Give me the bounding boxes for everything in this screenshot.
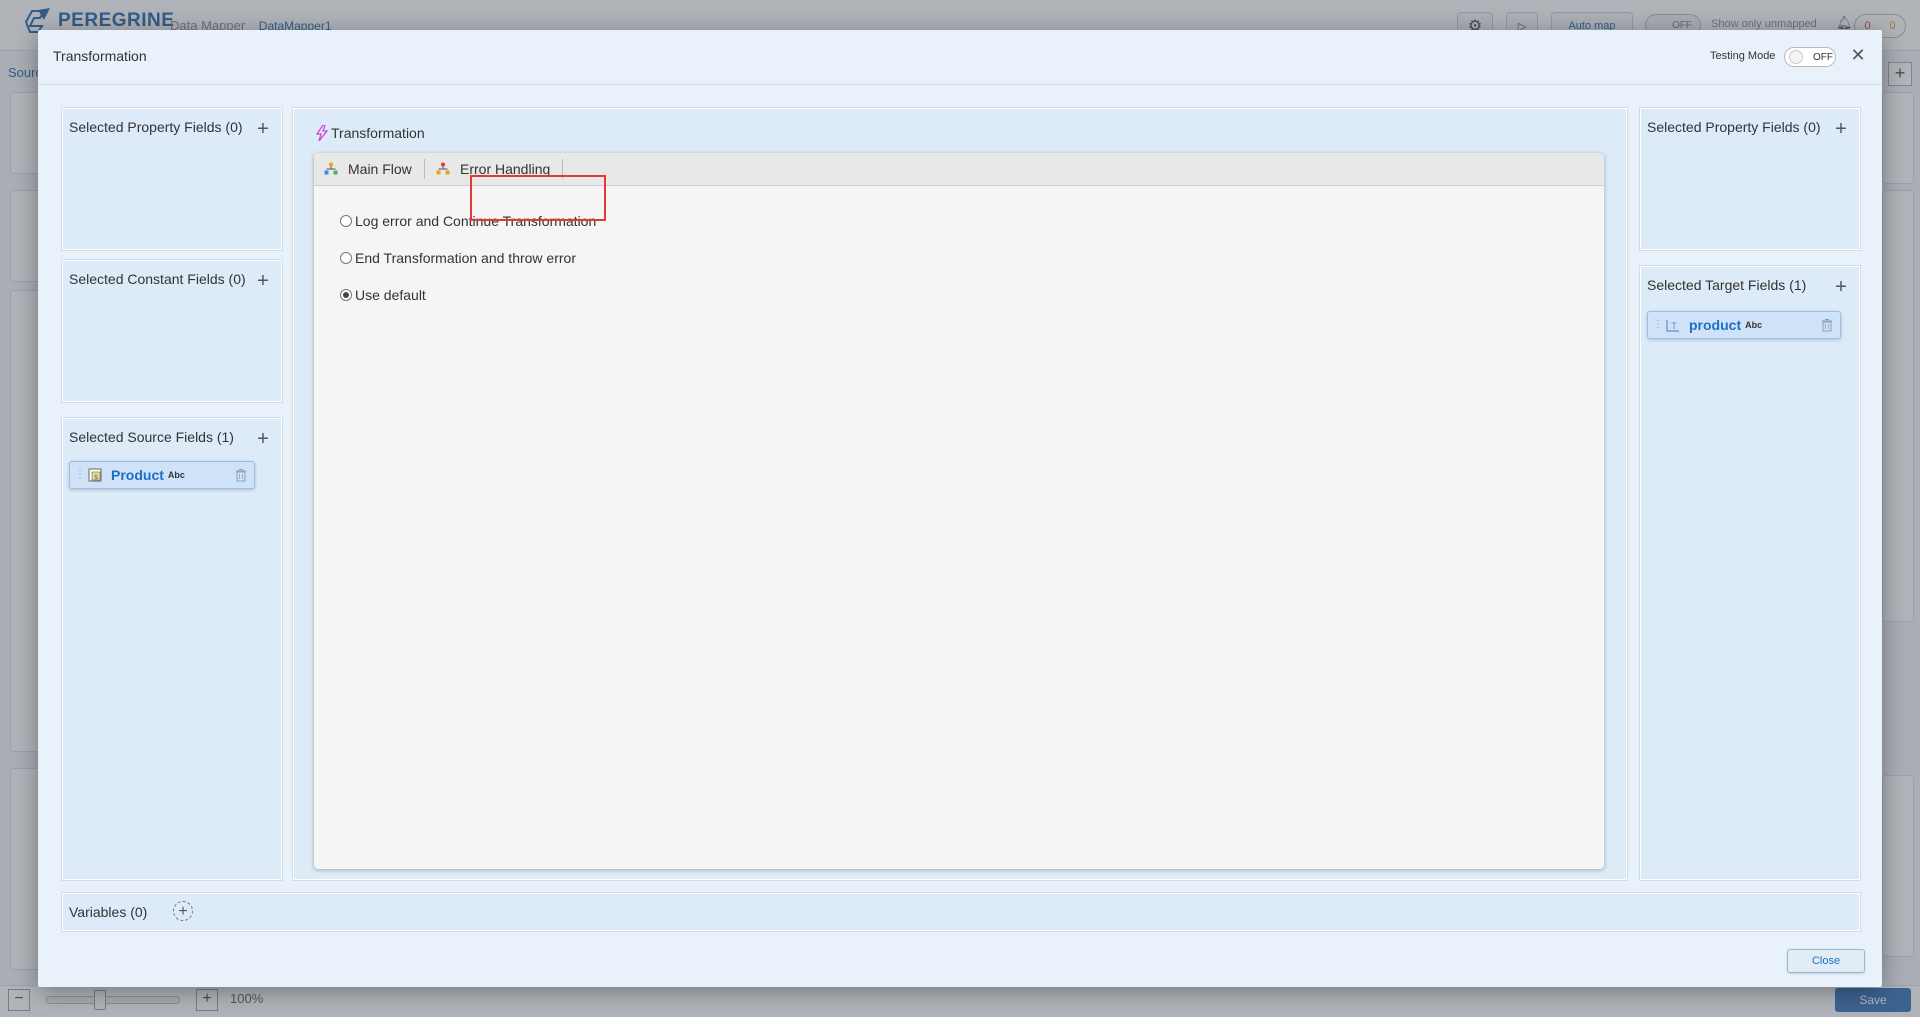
- field-name: product: [1689, 317, 1742, 333]
- tab-divider: [424, 159, 425, 179]
- radio-button[interactable]: [340, 252, 352, 264]
- add-property-field-button[interactable]: +: [255, 119, 271, 139]
- close-button[interactable]: Close: [1787, 949, 1865, 973]
- selected-constant-fields-panel: Selected Constant Fields (0) +: [62, 260, 282, 402]
- panel-title: Selected Property Fields (0): [69, 119, 243, 135]
- add-constant-field-button[interactable]: +: [255, 271, 271, 291]
- radio-button-selected[interactable]: [340, 289, 352, 301]
- target-field-item[interactable]: ⋮ T product Abc: [1647, 311, 1841, 339]
- panel-title: Selected Source Fields (1): [69, 429, 234, 445]
- close-icon[interactable]: ✕: [1849, 46, 1867, 64]
- lightning-icon: [316, 125, 328, 141]
- selected-source-fields-panel: Selected Source Fields (1) + ⋮ $ Product…: [62, 418, 282, 880]
- field-type-badge: Abc: [1745, 320, 1763, 330]
- selected-target-fields-panel: Selected Target Fields (1) + ⋮ T product…: [1640, 266, 1860, 880]
- add-variable-button[interactable]: +: [173, 901, 193, 921]
- selected-property-fields-panel: Selected Property Fields (0) +: [62, 108, 282, 250]
- transformation-dialog: Transformation Testing Mode OFF ✕ Select…: [38, 30, 1882, 987]
- testing-mode-toggle[interactable]: OFF: [1784, 47, 1836, 67]
- panel-title: Selected Property Fields (0): [1647, 119, 1821, 135]
- target-field-type-icon: T: [1666, 320, 1679, 332]
- flow-icon: [324, 162, 338, 175]
- trash-icon[interactable]: [1820, 318, 1834, 332]
- panel-title: Selected Constant Fields (0): [69, 271, 246, 287]
- radio-button[interactable]: [340, 215, 352, 227]
- svg-text:$: $: [94, 474, 98, 481]
- option-label: Use default: [355, 287, 426, 303]
- panel-title: Selected Target Fields (1): [1647, 277, 1807, 293]
- trash-icon[interactable]: [234, 468, 248, 482]
- source-field-type-icon: $: [88, 468, 102, 482]
- variables-panel: Variables (0) +: [62, 893, 1860, 931]
- option-use-default[interactable]: Use default: [340, 287, 426, 303]
- transformation-tabs: Main Flow Error Handling Log error and C…: [314, 153, 1604, 869]
- selected-property-fields-panel-right: Selected Property Fields (0) +: [1640, 108, 1860, 250]
- transformation-section-title: Transformation: [316, 125, 425, 141]
- drag-handle-icon[interactable]: ⋮: [75, 470, 85, 480]
- add-target-field-button[interactable]: +: [1833, 277, 1849, 297]
- tab-label: Main Flow: [348, 161, 412, 177]
- drag-handle-icon[interactable]: ⋮: [1653, 320, 1663, 330]
- testing-mode-state: OFF: [1813, 51, 1833, 63]
- dialog-header: Transformation Testing Mode OFF ✕: [38, 30, 1882, 85]
- transformation-panel: Transformation Main Flow Error Handling …: [293, 108, 1627, 880]
- option-end-throw-error[interactable]: End Transformation and throw error: [340, 250, 576, 266]
- variables-title: Variables (0): [69, 904, 148, 920]
- field-name: Product: [111, 467, 164, 483]
- error-handling-tab-highlight: [470, 175, 606, 221]
- option-label: End Transformation and throw error: [355, 250, 576, 266]
- dialog-title: Transformation: [53, 48, 147, 64]
- add-source-field-button[interactable]: +: [255, 429, 271, 449]
- svg-text:T: T: [1670, 322, 1677, 332]
- add-property-field-button[interactable]: +: [1833, 119, 1849, 139]
- toggle-knob: [1789, 50, 1803, 64]
- field-type-badge: Abc: [167, 470, 185, 480]
- source-field-item[interactable]: ⋮ $ Product Abc: [69, 461, 255, 489]
- error-handling-icon: [436, 162, 450, 175]
- tab-main-flow[interactable]: Main Flow: [324, 153, 412, 185]
- testing-mode-label: Testing Mode: [1710, 50, 1776, 62]
